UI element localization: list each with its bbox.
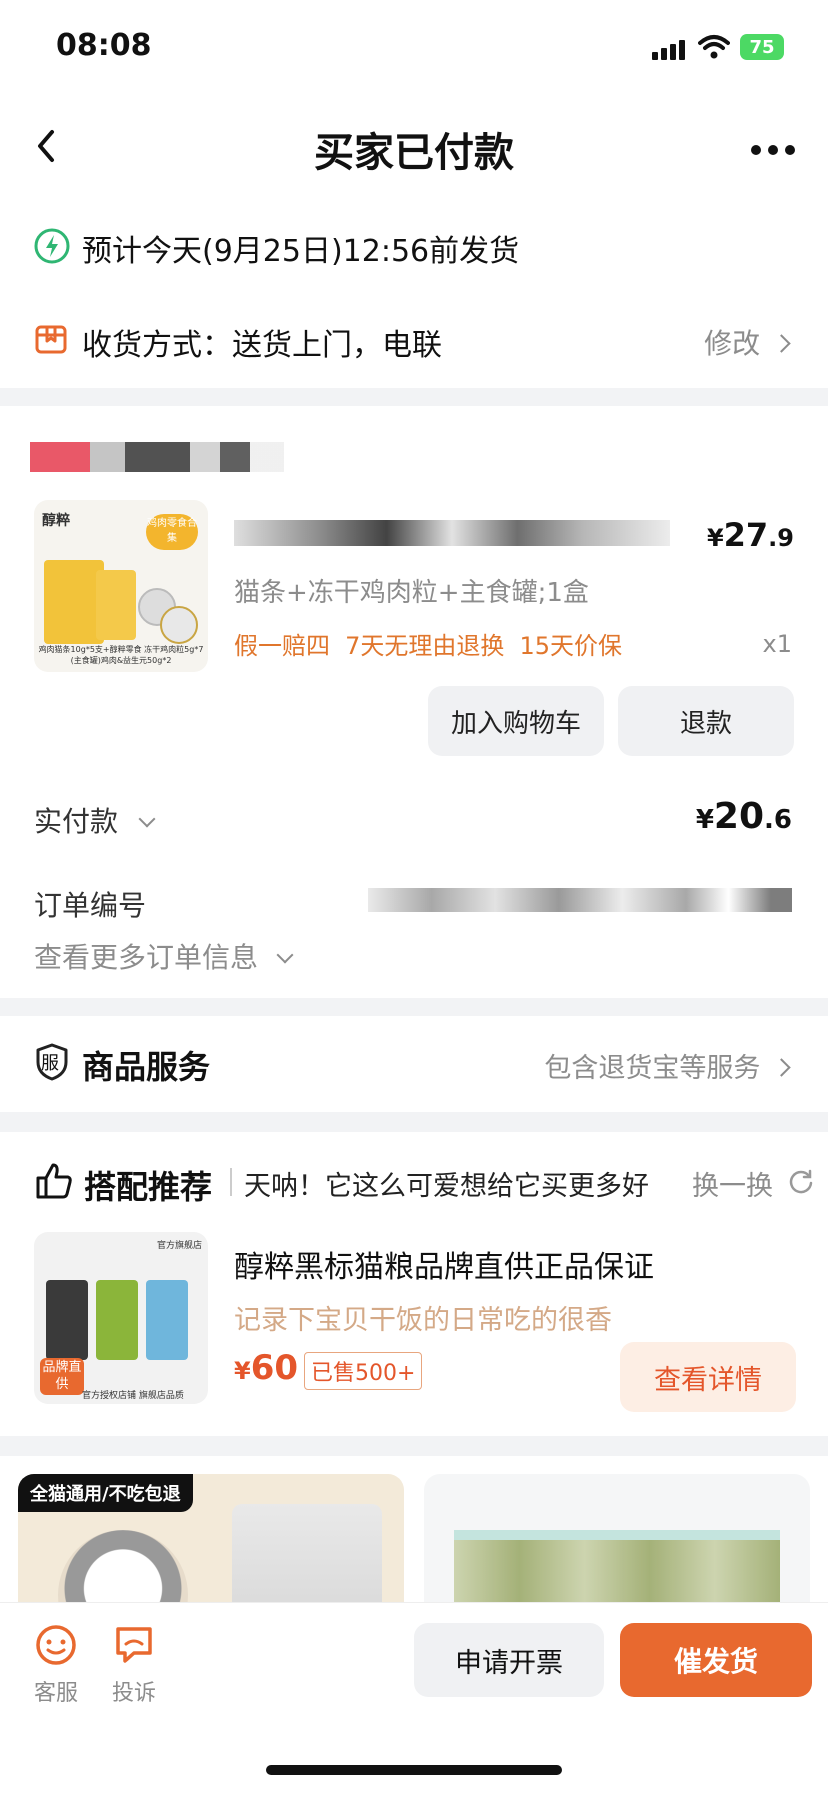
payment-amount-int: 20 — [713, 796, 765, 837]
product-price: ¥27.9 — [707, 516, 794, 554]
more-button[interactable] — [748, 140, 798, 160]
refund-button[interactable]: 退款 — [618, 686, 794, 756]
more-order-info[interactable]: 查看更多订单信息 — [34, 936, 294, 976]
recommend-image-footer: 官方授权店铺 旗舰店品质 — [82, 1391, 184, 1401]
refresh-button[interactable]: 换一换 — [692, 1164, 773, 1203]
page-title: 买家已付款 — [314, 130, 514, 176]
product-price-int: 27 — [723, 516, 769, 554]
recommend-image-store: 官方旗舰店 — [156, 1241, 202, 1251]
recommend-price: ¥60 — [234, 1348, 298, 1388]
status-time: 08:08 — [56, 28, 152, 63]
service-desc: 包含退货宝等服务 — [544, 1046, 791, 1085]
recommend-product-image[interactable]: 官方旗舰店 品牌直供 官方授权店铺 旗舰店品质 — [34, 1232, 208, 1404]
product-image-badge: 鸡肉零食合集 — [146, 514, 198, 550]
section-divider — [0, 1112, 828, 1132]
payment-amount-dec: .6 — [764, 805, 792, 835]
customer-service-label: 客服 — [33, 1681, 78, 1706]
chevron-down-icon — [276, 946, 294, 964]
refresh-icon[interactable] — [788, 1168, 814, 1194]
product-quantity: x1 — [762, 630, 792, 658]
recommend-sold-badge: 已售500+ — [304, 1352, 423, 1390]
chevron-right-icon — [772, 334, 791, 353]
smiley-icon — [36, 1625, 76, 1665]
battery-level: 75 — [749, 36, 775, 58]
product-title-redacted — [234, 520, 670, 546]
tag-7day-return: 7天无理由退换 — [345, 632, 505, 660]
feed-card-banner: 全猫通用/不吃包退 — [18, 1474, 193, 1512]
wifi-icon — [698, 35, 730, 59]
customer-service-button[interactable]: 客服 — [28, 1623, 84, 1706]
battery-icon: 75 — [740, 34, 784, 60]
service-row[interactable]: 服 商品服务 包含退货宝等服务 — [0, 1016, 828, 1112]
signal-icon — [652, 38, 688, 60]
recommend-slogan: 天呐！它这么可爱想给它买更多好 — [244, 1171, 649, 1202]
more-icon — [751, 145, 795, 155]
product-price-dec: .9 — [768, 524, 794, 552]
status-bar: 08:08 75 — [0, 0, 828, 90]
product-variant: 猫条+冻干鸡肉粒+主食罐;1盒 — [234, 578, 589, 608]
refresh-label: 换一换 — [692, 1171, 773, 1202]
thumbs-up-icon — [36, 1163, 72, 1199]
recommend-product-sub: 记录下宝贝干饭的日常吃的很香 — [234, 1305, 612, 1336]
payment-toggle[interactable]: 实付款 — [34, 800, 156, 840]
recommend-product-title[interactable]: 醇粹黑标猫粮品牌直供正品保证 — [234, 1242, 654, 1286]
chevron-down-icon — [138, 810, 156, 828]
product-price-currency: ¥ — [706, 524, 724, 552]
delivery-row[interactable]: 收货方式：送货上门，电联 修改 — [0, 300, 828, 380]
product-image-caption: 鸡肉猫条10g*5支+醇粹零食 冻干鸡肉粒5g*7 (主食罐)鸡肉&益生元50g… — [38, 645, 204, 665]
complaint-button[interactable]: 投诉 — [106, 1623, 162, 1706]
urge-shipping-button[interactable]: 催发货 — [620, 1623, 812, 1697]
payment-label: 实付款 — [34, 805, 119, 838]
invoice-button[interactable]: 申请开票 — [414, 1623, 604, 1697]
view-details-button[interactable]: 查看详情 — [620, 1342, 796, 1412]
tag-fake-compensation: 假一赔四 — [234, 632, 330, 660]
box-icon — [35, 325, 67, 354]
shipping-estimate: 预计今天(9月25日)12:56前发货 — [82, 234, 520, 269]
product-image[interactable]: 醇粹 鸡肉零食合集 鸡肉猫条10g*5支+醇粹零食 冻干鸡肉粒5g*7 (主食罐… — [34, 500, 208, 672]
service-title: 商品服务 — [82, 1048, 211, 1086]
more-order-info-label: 查看更多订单信息 — [34, 941, 259, 974]
order-id-label: 订单编号 — [34, 889, 147, 922]
recommend-title: 搭配推荐 — [84, 1168, 213, 1206]
chevron-right-icon — [772, 1058, 791, 1077]
section-divider — [0, 388, 828, 406]
recommend-price-currency: ¥ — [234, 1357, 251, 1385]
section-divider — [0, 998, 828, 1016]
add-to-cart-button[interactable]: 加入购物车 — [428, 686, 604, 756]
store-name-redacted — [30, 442, 284, 472]
lightning-icon — [34, 228, 70, 264]
service-desc-text: 包含退货宝等服务 — [544, 1053, 761, 1084]
complaint-icon — [116, 1627, 152, 1663]
payment-currency: ¥ — [695, 805, 714, 835]
delivery-modify[interactable]: 修改 — [704, 322, 791, 362]
tag-price-protect: 15天价保 — [519, 632, 623, 660]
recommend-separator — [230, 1168, 232, 1196]
delivery-label: 收货方式：送货上门，电联 — [82, 328, 442, 363]
bottom-bar: 客服 投诉 申请开票 催发货 — [0, 1602, 828, 1793]
brand-logo: 醇粹 — [42, 513, 70, 529]
section-divider — [0, 1436, 828, 1456]
order-id-redacted — [368, 888, 792, 912]
payment-amount: ¥20.6 — [696, 796, 792, 837]
delivery-modify-label: 修改 — [704, 327, 761, 360]
recommend-price-value: 60 — [250, 1348, 299, 1388]
product-tags: 假一赔四 7天无理由退换 15天价保 — [234, 626, 622, 661]
recommend-image-badge: 品牌直供 — [40, 1358, 84, 1395]
service-icon-char: 服 — [41, 1053, 59, 1074]
home-indicator — [266, 1765, 562, 1775]
complaint-label: 投诉 — [111, 1681, 156, 1706]
